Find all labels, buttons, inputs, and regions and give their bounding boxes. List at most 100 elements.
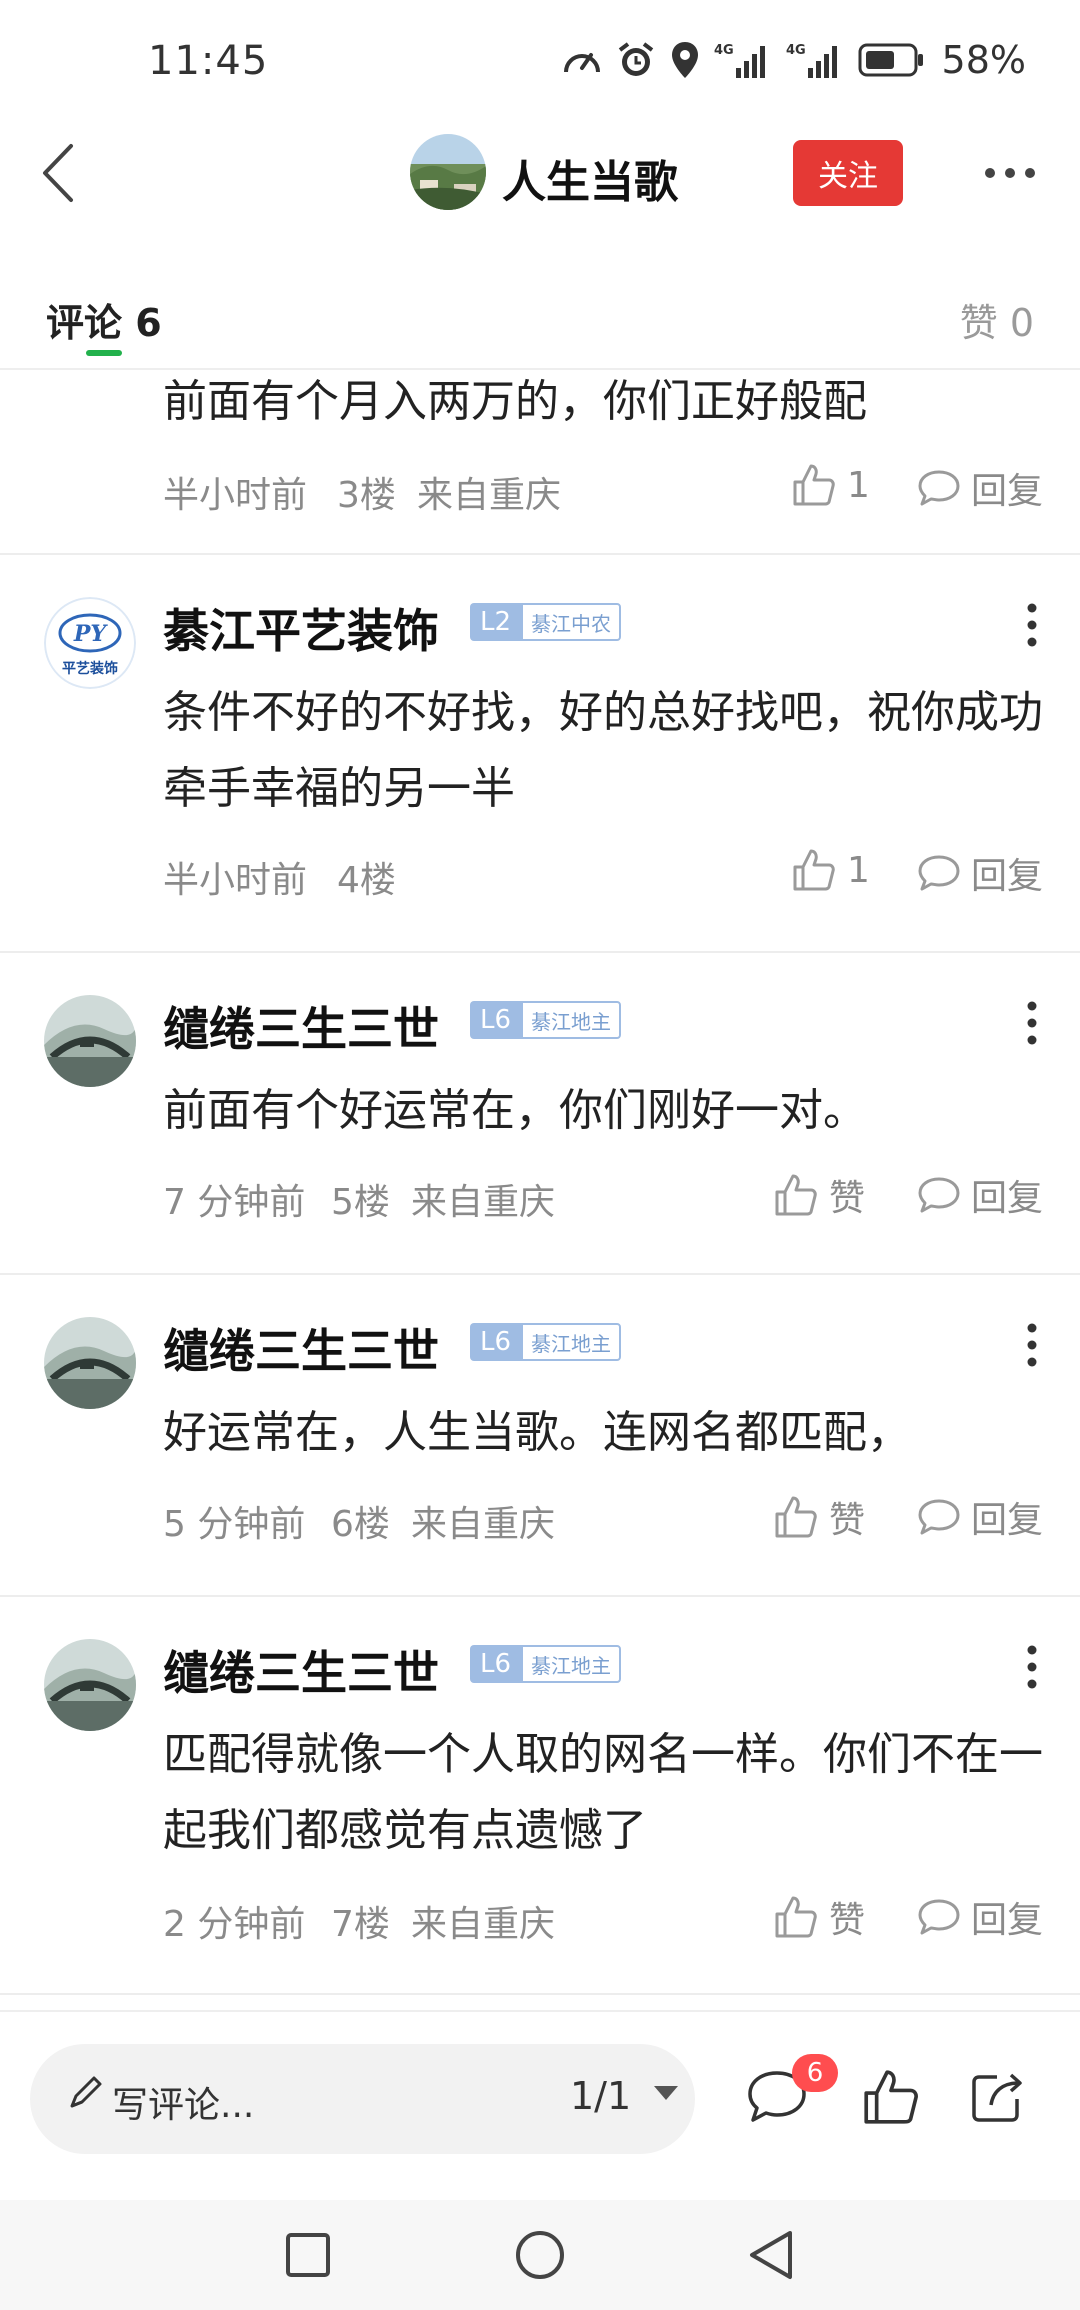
more-options-button[interactable] (978, 140, 1042, 206)
speed-icon (563, 53, 600, 73)
like-label: 赞 (829, 1178, 866, 1219)
like-count: 1 (847, 464, 870, 506)
tab-comments[interactable]: 评论 6 (46, 292, 162, 347)
region-badge: 綦江中农 (521, 603, 622, 641)
region-badge: 綦江地主 (521, 1645, 622, 1683)
like-button[interactable]: 赞 (773, 1891, 865, 1943)
commenter-name[interactable]: 綦江平艺装饰 (163, 595, 439, 661)
commenter-name[interactable]: 缱绻三生三世 (163, 993, 439, 1059)
comment-text: 条件不好的不好找，好的总好找吧，祝你成功牵手幸福的另一半 (163, 687, 1043, 814)
back-button[interactable] (22, 138, 92, 208)
comment-time: 5 分钟前 (163, 1504, 306, 1545)
comment-time: 2 分钟前 (163, 1904, 306, 1945)
level-badge: L6 (470, 1001, 522, 1039)
reply-button[interactable]: 回复 (917, 1491, 1043, 1543)
like-button[interactable]: 赞 (773, 1491, 865, 1543)
like-button[interactable]: 1 (791, 847, 870, 893)
back-nav-button[interactable] (738, 2222, 804, 2288)
reply-button[interactable]: 回复 (917, 847, 1043, 899)
follow-button[interactable]: 关注 (793, 140, 903, 206)
svg-text:4G: 4G (714, 43, 734, 58)
square-icon (286, 2233, 330, 2277)
avatar-logo-subtext: 平艺装饰 (62, 660, 118, 677)
comment-meta: 半小时前 3楼 来自重庆 1 回复 (163, 462, 1043, 516)
commenter-name[interactable]: 缱绻三生三世 (163, 1637, 439, 1703)
location-icon (671, 42, 698, 78)
commenter-name[interactable]: 缱绻三生三世 (163, 1315, 439, 1381)
chevron-left-icon (43, 144, 73, 202)
level-badge: L6 (470, 1323, 522, 1361)
chat-bubble-icon (918, 855, 960, 891)
like-button[interactable]: 赞 (773, 1169, 865, 1221)
reply-button[interactable]: 回复 (917, 1891, 1043, 1943)
author-avatar[interactable] (410, 134, 486, 210)
reply-button[interactable]: 回复 (917, 1169, 1043, 1221)
share-button[interactable] (962, 2062, 1032, 2132)
comment-more-button[interactable] (1012, 1637, 1052, 1697)
commenter-avatar[interactable] (44, 995, 136, 1087)
page-indicator[interactable]: 1/1 (570, 2074, 631, 2118)
comment-text: 匹配得就像一个人取的网名一样。你们不在一起我们都感觉有点遗憾了 (163, 1729, 1043, 1856)
triangle-back-icon (750, 2231, 792, 2279)
user-badges: L6 綦江地主 (470, 1323, 622, 1361)
reply-label: 回复 (970, 1178, 1043, 1219)
region-badge: 綦江地主 (521, 1323, 622, 1361)
more-vertical-icon (1027, 1323, 1037, 1367)
comment-item: PY 平艺装饰 綦江平艺装饰 L2 綦江中农 条件不好的不好找，好的总好找吧，祝… (0, 555, 1080, 953)
commenter-avatar[interactable] (44, 1639, 136, 1731)
system-nav-bar (0, 2200, 1080, 2310)
reply-button[interactable]: 回复 (917, 462, 1043, 514)
chat-bubble-icon (918, 470, 960, 506)
comment-more-button[interactable] (1012, 1315, 1052, 1375)
thumbs-up-icon (864, 2070, 918, 2124)
comment-list: 前面有个月入两万的，你们正好般配 半小时前 3楼 来自重庆 1 回复 PY 平艺… (0, 370, 1080, 1995)
tab-likes[interactable]: 赞 0 (960, 292, 1034, 347)
alarm-icon (618, 42, 653, 76)
like-label: 赞 (829, 1500, 866, 1541)
comment-text: 前面有个月入两万的，你们正好般配 (163, 376, 867, 427)
thumbs-up-icon (793, 849, 835, 891)
like-count: 1 (847, 849, 870, 891)
more-horizontal-icon (985, 168, 1035, 178)
author-name[interactable]: 人生当歌 (502, 146, 678, 210)
share-icon (972, 2073, 1022, 2122)
more-vertical-icon (1027, 1001, 1037, 1045)
level-badge: L6 (470, 1645, 522, 1683)
comment-location: 来自重庆 (411, 1904, 556, 1945)
comment-more-button[interactable] (1012, 993, 1052, 1053)
comment-floor: 7楼 (331, 1904, 390, 1945)
svg-text:4G: 4G (786, 43, 806, 58)
comment-item: 前面有个月入两万的，你们正好般配 半小时前 3楼 来自重庆 1 回复 (0, 370, 1080, 555)
like-article-button[interactable] (856, 2062, 926, 2132)
level-badge: L2 (470, 603, 522, 641)
write-comment-input[interactable]: 写评论... 1/1 (30, 2044, 695, 2154)
like-label: 赞 (829, 1900, 866, 1941)
like-button[interactable]: 1 (791, 462, 870, 508)
user-badges: L2 綦江中农 (470, 603, 622, 641)
comment-floor: 4楼 (337, 860, 396, 901)
status-icons: 4G 4G 58% (562, 38, 1026, 82)
user-badges: L6 綦江地主 (470, 1645, 622, 1683)
comment-meta: 5 分钟前 6楼 来自重庆 赞 回复 (163, 1491, 1043, 1545)
commenter-avatar[interactable]: PY 平艺装饰 (44, 597, 136, 689)
chat-bubble-icon (918, 1177, 960, 1213)
reply-label: 回复 (970, 471, 1043, 512)
status-time: 11:45 (148, 38, 269, 84)
comment-text: 前面有个好运常在，你们刚好一对。 (163, 1085, 867, 1136)
caret-down-icon[interactable] (652, 2084, 680, 2104)
comment-location: 来自重庆 (417, 475, 562, 516)
comment-more-button[interactable] (1012, 595, 1052, 655)
chat-bubble-icon (918, 1499, 960, 1535)
article-header: 人生当歌 关注 (0, 120, 1080, 228)
comment-item: 缱绻三生三世 L6 綦江地主 匹配得就像一个人取的网名一样。你们不在一起我们都感… (0, 1597, 1080, 1995)
thumbs-up-icon (775, 1174, 817, 1216)
recents-button[interactable] (275, 2222, 341, 2288)
battery-icon (858, 43, 923, 77)
region-badge: 綦江地主 (521, 1001, 622, 1039)
status-bar: 11:45 4G 4G 58% (0, 0, 1080, 120)
pen-icon (70, 2076, 102, 2108)
comment-text: 好运常在，人生当歌。连网名都匹配， (163, 1407, 911, 1458)
comment-location: 来自重庆 (411, 1504, 556, 1545)
home-button[interactable] (507, 2222, 573, 2288)
commenter-avatar[interactable] (44, 1317, 136, 1409)
